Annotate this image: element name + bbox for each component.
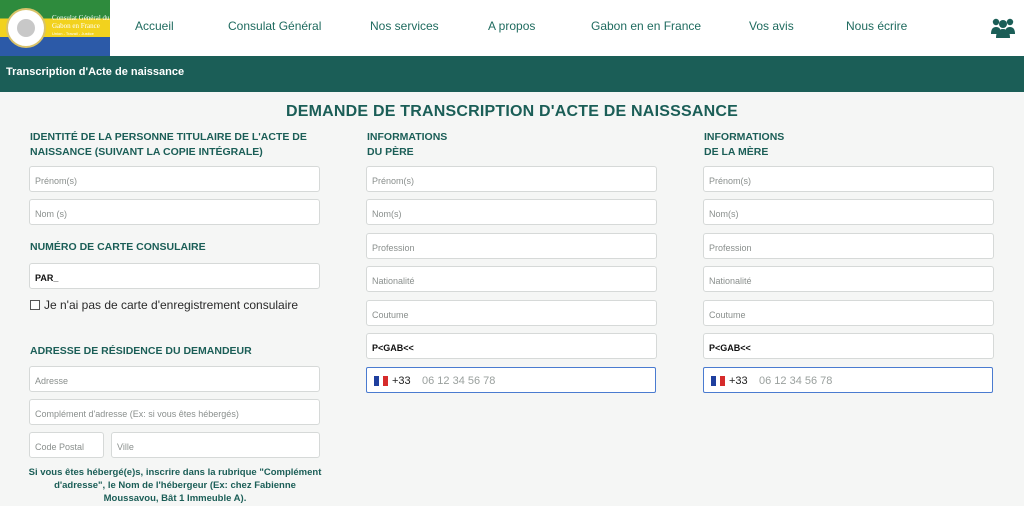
page-title-bar: Transcription d'Acte de naissance	[0, 56, 1024, 92]
pere-heading-line1: INFORMATIONS	[367, 131, 448, 143]
pere-coutume-input[interactable]: Coutume	[366, 300, 657, 326]
nav-accueil[interactable]: Accueil	[135, 19, 174, 33]
carte-heading: NUMÉRO DE CARTE CONSULAIRE	[30, 241, 206, 253]
pere-prenom-input[interactable]: Prénom(s)	[366, 166, 657, 192]
code-postal-input[interactable]: Code Postal	[29, 432, 104, 458]
users-icon[interactable]	[990, 15, 1016, 39]
titulaire-nom-input[interactable]: Nom (s)	[29, 199, 320, 225]
mere-heading-line1: INFORMATIONS	[704, 131, 785, 143]
pere-profession-input[interactable]: Profession	[366, 233, 657, 259]
logo-text: Consulat Général du Gabon en France	[52, 14, 110, 30]
titulaire-prenom-input[interactable]: Prénom(s)	[29, 166, 320, 192]
pere-passport-input[interactable]: P<GAB<<	[366, 333, 657, 359]
logo-subtext: Union - Travail - Justice	[52, 31, 94, 36]
titulaire-heading: IDENTITÉ DE LA PERSONNE TITULAIRE DE L'A…	[30, 131, 307, 158]
adresse-input[interactable]: Adresse	[29, 366, 320, 392]
nav-consulat-general[interactable]: Consulat Général	[228, 19, 321, 33]
pere-nom-input[interactable]: Nom(s)	[366, 199, 657, 225]
mere-dial-code: +33	[729, 375, 748, 387]
pere-heading-line2: DU PÈRE	[367, 146, 414, 158]
nav-nous-ecrire[interactable]: Nous écrire	[846, 19, 907, 33]
france-flag-icon[interactable]	[711, 376, 726, 386]
no-card-checkbox[interactable]	[30, 300, 40, 310]
pere-phone-placeholder: 06 12 34 56 78	[422, 375, 496, 387]
pere-nationalite-input[interactable]: Nationalité	[366, 266, 657, 292]
mere-phone-placeholder: 06 12 34 56 78	[759, 375, 833, 387]
no-card-label: Je n'ai pas de carte d'enregistrement co…	[44, 298, 299, 312]
nav-nos-services[interactable]: Nos services	[370, 19, 439, 33]
complement-adresse-input[interactable]: Complément d'adresse (Ex: si vous êtes h…	[29, 399, 320, 425]
ville-input[interactable]: Ville	[111, 432, 320, 458]
france-flag-icon[interactable]	[374, 376, 389, 386]
mere-nationalite-input[interactable]: Nationalité	[703, 266, 994, 292]
no-card-option[interactable]: Je n'ai pas de carte d'enregistrement co…	[30, 298, 298, 312]
nav-a-propos[interactable]: A propos	[488, 19, 535, 33]
mere-prenom-input[interactable]: Prénom(s)	[703, 166, 994, 192]
mere-coutume-input[interactable]: Coutume	[703, 300, 994, 326]
mere-profession-input[interactable]: Profession	[703, 233, 994, 259]
top-navigation: Consulat Général du Gabon en France Unio…	[0, 0, 1024, 56]
seal-icon	[6, 8, 46, 48]
mere-heading-line2: DE LA MÈRE	[704, 146, 769, 158]
mere-phone-input[interactable]: +33 06 12 34 56 78	[703, 367, 993, 393]
page-title: Transcription d'Acte de naissance	[6, 66, 185, 78]
adresse-heading: ADRESSE DE RÉSIDENCE DU DEMANDEUR	[30, 345, 252, 357]
nav-gabon-en-france[interactable]: Gabon en en France	[591, 19, 701, 33]
form-title: DEMANDE DE TRANSCRIPTION D'ACTE DE NAISS…	[286, 103, 738, 120]
hebergement-note: Si vous êtes hébergé(e)s, inscrire dans …	[28, 467, 322, 504]
nav-vos-avis[interactable]: Vos avis	[749, 19, 794, 33]
mere-nom-input[interactable]: Nom(s)	[703, 199, 994, 225]
consulate-logo[interactable]: Consulat Général du Gabon en France Unio…	[0, 0, 110, 56]
pere-phone-input[interactable]: +33 06 12 34 56 78	[366, 367, 656, 393]
pere-dial-code: +33	[392, 375, 411, 387]
mere-passport-input[interactable]: P<GAB<<	[703, 333, 994, 359]
carte-consulaire-input[interactable]: PAR_	[29, 263, 320, 289]
